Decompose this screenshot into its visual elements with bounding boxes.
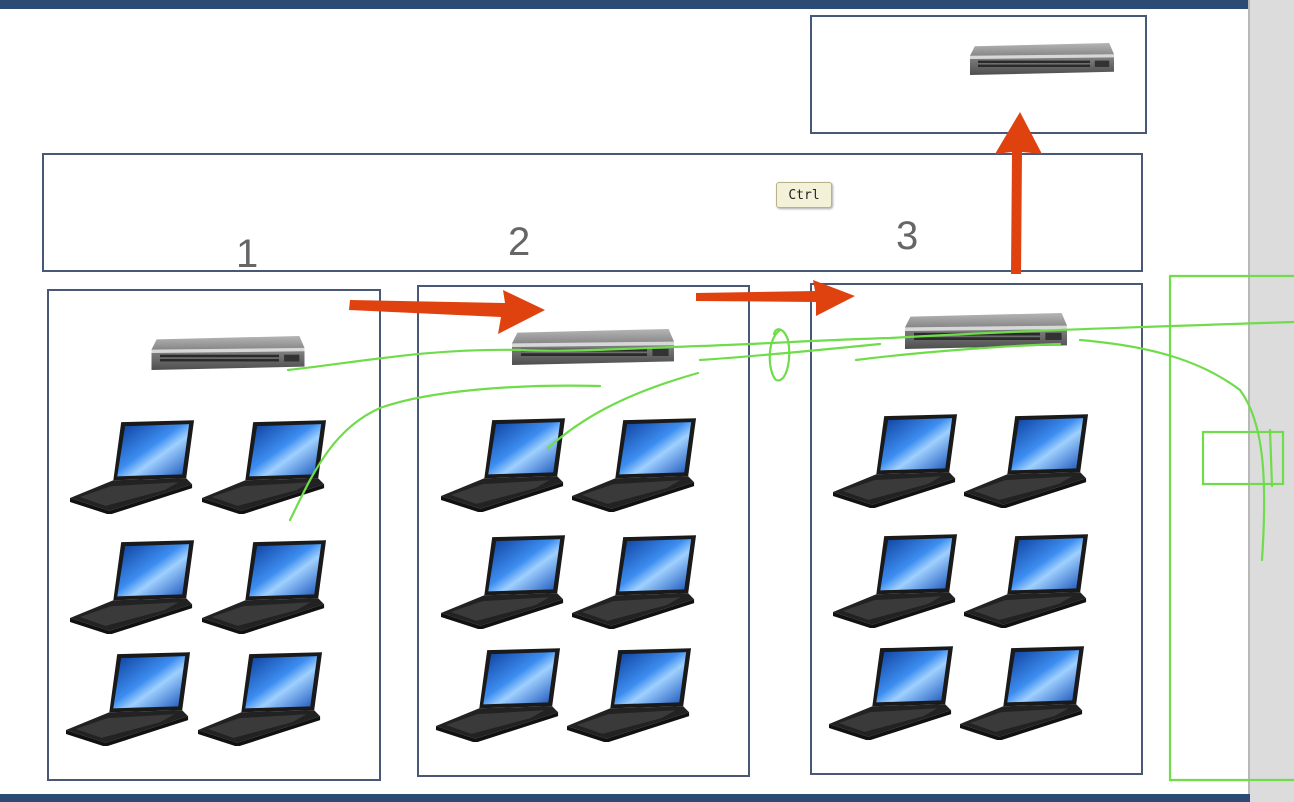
arrow-2-to-3 xyxy=(696,280,855,316)
slide-canvas: 1 2 3 Ctrl xyxy=(0,0,1294,802)
window-bottom-border xyxy=(0,794,1250,802)
diagram-graphics xyxy=(66,43,1294,782)
laptop xyxy=(964,414,1089,508)
laptop xyxy=(829,646,954,740)
laptop xyxy=(964,534,1089,628)
laptop xyxy=(572,535,697,629)
laptop xyxy=(833,414,958,508)
laptop xyxy=(202,420,327,514)
laptop xyxy=(436,648,561,742)
laptop xyxy=(572,418,697,512)
laptop xyxy=(441,418,566,512)
core-switch xyxy=(970,43,1114,75)
laptop xyxy=(202,540,327,634)
annotation-strokes xyxy=(286,274,1294,782)
laptop xyxy=(960,646,1085,740)
laptop xyxy=(70,540,195,634)
laptop xyxy=(567,648,692,742)
laptop xyxy=(70,420,195,514)
arrow-1-to-2 xyxy=(349,290,545,334)
laptop xyxy=(198,652,323,746)
arrow-3-to-core xyxy=(995,112,1042,274)
laptop xyxy=(66,652,191,746)
laptop xyxy=(441,535,566,629)
laptop xyxy=(833,534,958,628)
group-switch-1 xyxy=(151,336,305,370)
